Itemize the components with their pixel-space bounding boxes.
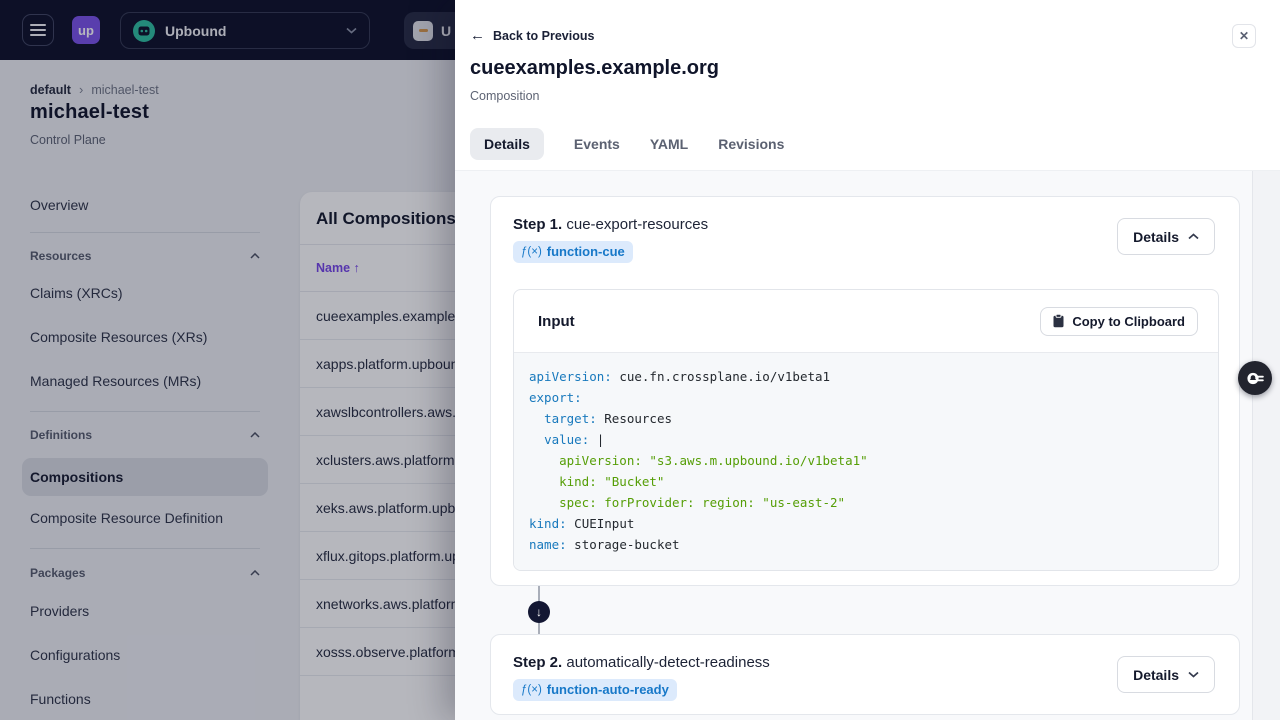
panel-title: cueexamples.example.org xyxy=(470,57,720,79)
code-line: name: storage-bucket xyxy=(529,534,1218,555)
code-line: kind: "Bucket" xyxy=(529,471,1218,492)
panel-subtitle: Composition xyxy=(470,89,540,103)
tab-yaml[interactable]: YAML xyxy=(650,136,688,152)
code-token: CUEInput xyxy=(566,516,635,531)
back-arrow-icon: ← xyxy=(470,27,485,44)
code-token: apiVersion: xyxy=(529,369,612,384)
code-token: apiVersion: "s3.aws.m.upbound.io/v1beta1… xyxy=(529,453,868,468)
back-to-previous-button[interactable]: ← Back to Previous xyxy=(470,28,594,43)
copy-to-clipboard-button[interactable]: Copy to Clipboard xyxy=(1040,306,1198,336)
panel-body: Step 1. cue-export-resources ƒ(×) functi… xyxy=(455,170,1280,720)
code-token: kind: xyxy=(529,516,567,531)
close-icon: ✕ xyxy=(1238,29,1250,43)
bell-list-icon xyxy=(1246,372,1264,384)
tab-details[interactable]: Details xyxy=(470,128,544,160)
yaml-code-block[interactable]: apiVersion: cue.fn.crossplane.io/v1beta1… xyxy=(514,353,1218,570)
code-token: storage-bucket xyxy=(566,537,680,552)
chevron-up-icon xyxy=(1188,233,1199,240)
details-label: Details xyxy=(1133,666,1179,683)
copy-label: Copy to Clipboard xyxy=(1072,313,1185,329)
code-token: name: xyxy=(529,537,567,552)
function-badge-label: function-cue xyxy=(546,244,625,259)
code-line: apiVersion: cue.fn.crossplane.io/v1beta1 xyxy=(529,366,1218,387)
screen: up Upbound U default › michael-test mich… xyxy=(0,0,1280,720)
code-token: value: xyxy=(544,432,590,447)
tab-events[interactable]: Events xyxy=(574,136,620,152)
detail-panel: ← Back to Previous ✕ cueexamples.example… xyxy=(455,0,1280,720)
code-line: value: | xyxy=(529,429,1218,450)
code-line: kind: CUEInput xyxy=(529,513,1218,534)
close-button[interactable]: ✕ xyxy=(1232,24,1256,48)
code-line: export: xyxy=(529,387,1218,408)
tab-revisions[interactable]: Revisions xyxy=(718,136,784,152)
code-line: target: Resources xyxy=(529,408,1218,429)
step-2-name: automatically-detect-readiness xyxy=(566,654,770,671)
step-2-label: Step 2. xyxy=(513,654,563,671)
step-1-label: Step 1. xyxy=(513,216,563,233)
step-2-title: Step 2. automatically-detect-readiness xyxy=(513,654,1217,671)
code-token: | xyxy=(589,432,605,447)
function-icon: ƒ(×) xyxy=(521,683,542,696)
down-arrow-glyph: ↓ xyxy=(536,605,542,619)
function-badge-label: function-auto-ready xyxy=(546,682,669,697)
function-badge: ƒ(×) function-auto-ready xyxy=(513,679,677,701)
step-1-details-button[interactable]: Details xyxy=(1117,218,1215,255)
arrow-down-circle-icon: ↓ xyxy=(528,601,550,623)
input-heading: Input xyxy=(538,312,575,330)
code-line: spec: forProvider: region: "us-east-2" xyxy=(529,492,1218,513)
code-token: export: xyxy=(529,390,582,405)
scrollbar-track[interactable] xyxy=(1252,171,1280,720)
input-card: Input Copy to Clipboard apiVersion: cue.… xyxy=(513,289,1219,571)
input-card-header: Input Copy to Clipboard xyxy=(514,290,1218,353)
code-token: target: xyxy=(544,411,597,426)
code-token: spec: forProvider: region: "us-east-2" xyxy=(529,495,846,510)
panel-tabs: Details Events YAML Revisions xyxy=(470,128,784,160)
step-1-card: Step 1. cue-export-resources ƒ(×) functi… xyxy=(490,196,1240,586)
chevron-down-icon xyxy=(1188,671,1199,678)
function-badge: ƒ(×) function-cue xyxy=(513,241,633,263)
code-token: cue.fn.crossplane.io/v1beta1 xyxy=(611,369,831,384)
details-label: Details xyxy=(1133,228,1179,245)
step-2-details-button[interactable]: Details xyxy=(1117,656,1215,693)
step-2-card: Step 2. automatically-detect-readiness ƒ… xyxy=(490,634,1240,715)
code-token: Resources xyxy=(596,411,673,426)
clipboard-icon xyxy=(1053,314,1064,328)
code-token: kind: "Bucket" xyxy=(529,474,665,489)
back-label: Back to Previous xyxy=(493,28,595,43)
code-line: apiVersion: "s3.aws.m.upbound.io/v1beta1… xyxy=(529,450,1218,471)
step-1-name: cue-export-resources xyxy=(566,216,709,233)
function-icon: ƒ(×) xyxy=(521,245,542,258)
resource-center-widget-button[interactable] xyxy=(1238,361,1272,395)
step-1-title: Step 1. cue-export-resources xyxy=(513,216,1217,233)
